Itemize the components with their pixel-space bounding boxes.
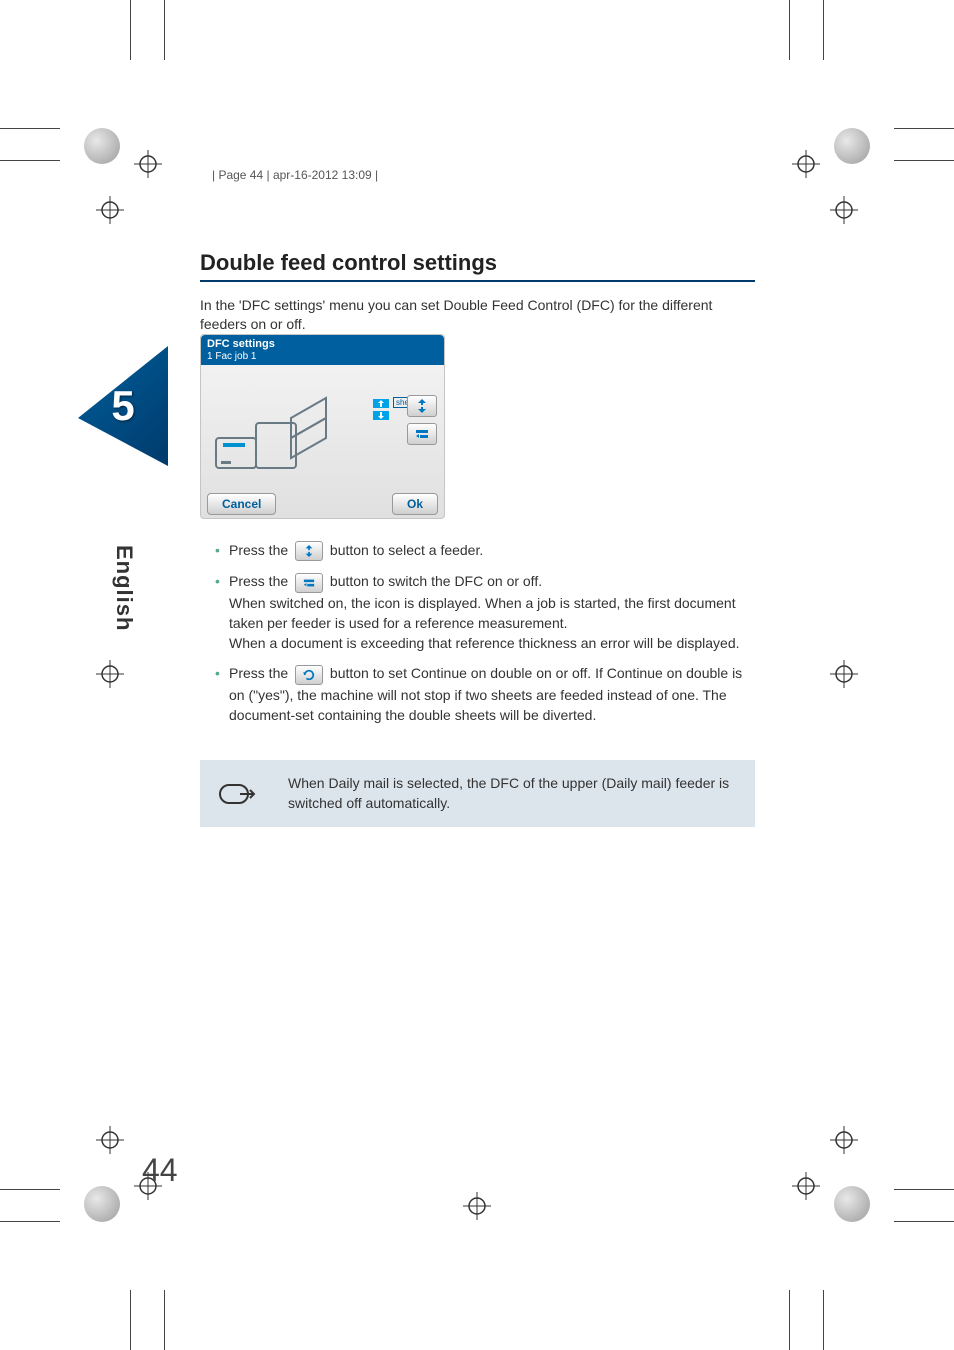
crop-mark [0, 1189, 60, 1190]
register-mark-icon [96, 1126, 124, 1154]
binding-circle-icon [834, 128, 870, 164]
note-text: When Daily mail is selected, the DFC of … [288, 774, 737, 813]
list-item: Press the button to set Continue on doub… [215, 663, 755, 725]
text-fragment: button to select a feeder. [330, 542, 483, 558]
panel-footer: Cancel Ok [201, 493, 444, 521]
crop-mark [823, 0, 824, 60]
crop-mark [789, 1290, 790, 1350]
note-arrow-icon [218, 781, 258, 807]
register-mark-icon [96, 196, 124, 224]
crop-mark [164, 0, 165, 60]
sheet-up-icon [373, 399, 389, 408]
crop-mark [0, 160, 60, 161]
text-fragment: When a document is exceeding that refere… [229, 635, 740, 651]
dfc-toggle-icon [295, 573, 323, 593]
panel-side-buttons [407, 395, 437, 451]
binding-circle-icon [84, 1186, 120, 1222]
panel-title: DFC settings [201, 335, 444, 351]
register-mark-icon [830, 1126, 858, 1154]
register-mark-icon [830, 660, 858, 688]
crop-mark [894, 128, 954, 129]
crop-mark [130, 1290, 131, 1350]
binding-circle-icon [84, 128, 120, 164]
instruction-list: Press the button to select a feeder. Pre… [215, 540, 755, 735]
register-mark-icon [792, 1172, 820, 1200]
crop-mark [823, 1290, 824, 1350]
panel-subtitle: 1 Fac job 1 [201, 351, 444, 365]
binding-circle-icon [834, 1186, 870, 1222]
intro-text: In the 'DFC settings' menu you can set D… [200, 296, 755, 334]
language-label: English [111, 545, 137, 631]
continue-on-double-icon [295, 665, 323, 685]
register-mark-icon [830, 196, 858, 224]
note-callout: When Daily mail is selected, the DFC of … [200, 760, 755, 827]
feeder-select-icon [295, 541, 323, 561]
crop-mark [894, 1221, 954, 1222]
text-fragment: Press the [229, 573, 292, 589]
list-item: Press the button to select a feeder. [215, 540, 755, 561]
register-mark-icon [463, 1192, 491, 1220]
panel-body: sheets [201, 365, 444, 493]
ok-button[interactable]: Ok [392, 493, 438, 515]
text-fragment: When switched on, the icon is displayed.… [229, 595, 736, 631]
crop-mark [130, 0, 131, 60]
page-number: 44 [142, 1152, 178, 1189]
list-item: Press the button to switch the DFC on or… [215, 571, 755, 653]
dfc-toggle-button[interactable] [407, 423, 437, 445]
section-title: Double feed control settings [200, 250, 755, 282]
crop-mark [894, 160, 954, 161]
cancel-button[interactable]: Cancel [207, 493, 276, 515]
register-mark-icon [134, 150, 162, 178]
dfc-status-icons: sheets [373, 399, 389, 423]
text-fragment: Press the [229, 542, 292, 558]
crop-mark [164, 1290, 165, 1350]
feeder-select-button[interactable] [407, 395, 437, 417]
register-mark-icon [96, 660, 124, 688]
sheet-down-icon [373, 411, 389, 420]
page-meta-header: | Page 44 | apr-16-2012 13:09 | [212, 168, 378, 182]
chapter-tab: 5 [78, 346, 168, 466]
register-mark-icon [792, 150, 820, 178]
crop-mark [789, 0, 790, 60]
crop-mark [0, 128, 60, 129]
crop-mark [0, 1221, 60, 1222]
text-fragment: button to switch the DFC on or off. [330, 573, 542, 589]
chapter-number: 5 [111, 382, 134, 430]
machine-illustration-icon [211, 383, 341, 478]
crop-mark [894, 1189, 954, 1190]
dfc-settings-screenshot: DFC settings 1 Fac job 1 sheets Cancel O… [200, 334, 445, 519]
text-fragment: Press the [229, 665, 292, 681]
